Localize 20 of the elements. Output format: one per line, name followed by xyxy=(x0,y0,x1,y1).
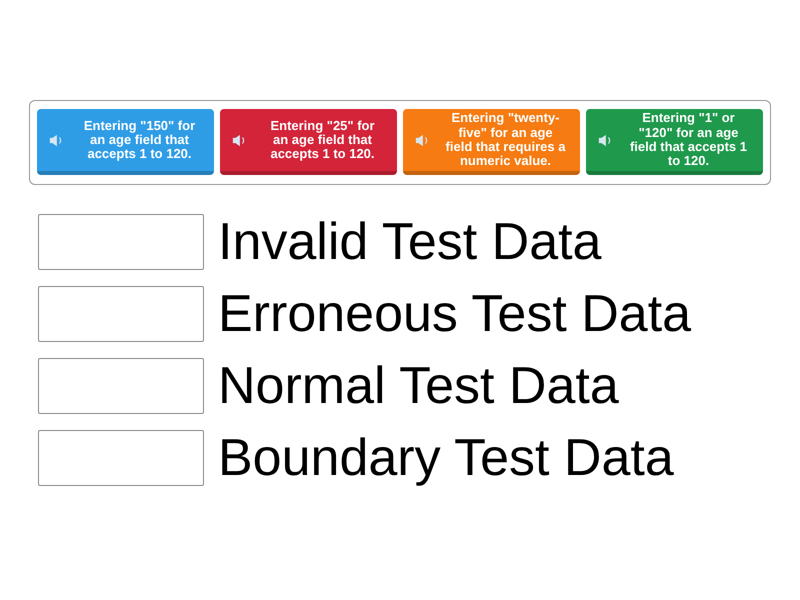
speaker-icon[interactable] xyxy=(598,134,612,146)
card-text: Entering "150" for an age field that accepts 1 to 120. xyxy=(82,118,196,162)
answer-card[interactable]: Entering "25" for an age field that accepts 1 to 120. xyxy=(220,109,397,175)
speaker-icon[interactable] xyxy=(415,134,429,146)
drop-box[interactable] xyxy=(38,214,204,270)
category-label: Normal Test Data xyxy=(218,360,619,412)
card-text: Entering "1" or "120" for an age field that accepts 1 to 120. xyxy=(628,111,748,169)
category-label: Invalid Test Data xyxy=(218,216,602,268)
speaker-icon[interactable] xyxy=(232,134,246,146)
answer-card[interactable]: Entering "1" or "120" for an age field that accepts 1 to 120. xyxy=(586,109,763,175)
answer-card[interactable]: Entering "twenty-five" for an age field that requires a numeric value. xyxy=(403,109,580,175)
drop-box[interactable] xyxy=(38,286,204,342)
drop-box[interactable] xyxy=(38,358,204,414)
category-label: Erroneous Test Data xyxy=(218,288,692,340)
category-label: Boundary Test Data xyxy=(218,432,674,484)
card-text: Entering "25" for an age field that accepts 1 to 120. xyxy=(269,118,376,162)
drop-box[interactable] xyxy=(38,430,204,486)
answer-card[interactable]: Entering "150" for an age field that accepts 1 to 120. xyxy=(37,109,214,175)
card-text: Entering "twenty-five" for an age field that requires a numeric value. xyxy=(446,111,566,169)
speaker-icon[interactable] xyxy=(49,134,63,146)
